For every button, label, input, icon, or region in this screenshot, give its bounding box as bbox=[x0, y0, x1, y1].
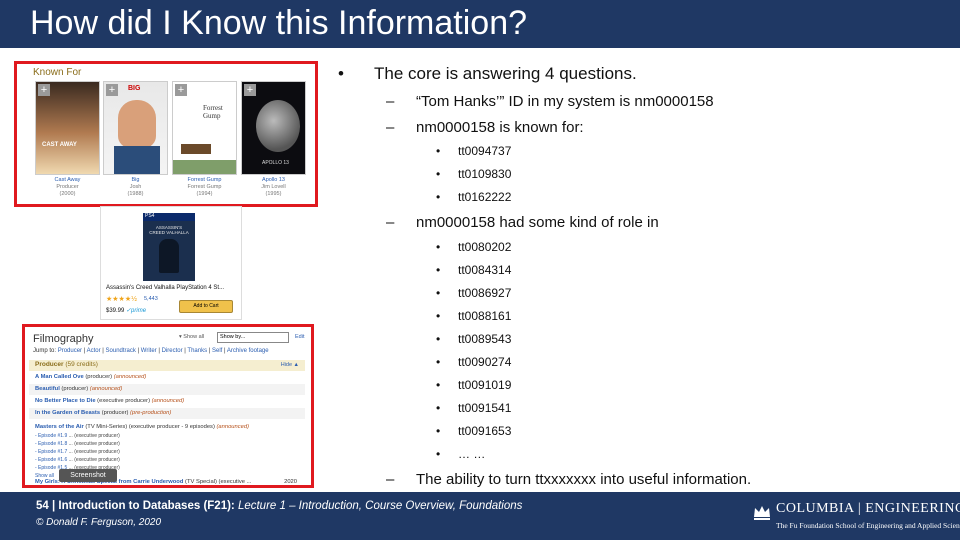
film-row: In the Garden of Beasts (producer) (pre-… bbox=[29, 408, 305, 419]
dot-marker: • bbox=[436, 447, 441, 461]
footer-bar: 54 | Introduction to Databases (F21): Le… bbox=[0, 492, 960, 540]
poster-big[interactable]: + BIG bbox=[103, 81, 168, 175]
columbia-engineering-logo: COLUMBIA | ENGINEERING The Fu Foundation… bbox=[752, 498, 960, 534]
filmography-panel: Filmography ▾ Show all Show by... Edit J… bbox=[22, 324, 314, 488]
poster-caption: Cast Away Producer (2000) bbox=[54, 177, 81, 197]
dot-marker: • bbox=[436, 378, 441, 392]
known-id: tt0094737 bbox=[458, 144, 512, 158]
footer-course-line: 54 | Introduction to Databases (F21): Le… bbox=[36, 500, 523, 512]
add-watchlist-icon[interactable]: + bbox=[38, 84, 50, 96]
product-price: $39.99 ✓prime bbox=[106, 308, 147, 314]
known-id: tt0109830 bbox=[458, 167, 512, 181]
game-cover-image: PS4 ASSASSIN'S CREED VALHALLA bbox=[143, 213, 195, 281]
dot-marker: • bbox=[436, 144, 441, 158]
hide-toggle[interactable]: Hide ▲ bbox=[281, 362, 299, 368]
show-by-select[interactable]: Show by... bbox=[217, 332, 289, 343]
role-id-ellipsis: … … bbox=[458, 447, 486, 461]
crown-icon bbox=[754, 506, 770, 520]
slide-title: How did I Know this Information? bbox=[30, 4, 528, 42]
dot-marker: • bbox=[436, 190, 441, 204]
poster-apollo-13[interactable]: + APOLLO 13 bbox=[241, 81, 306, 175]
filmography-header: Filmography bbox=[33, 333, 94, 345]
film-row: A Man Called Ove (producer) (announced) bbox=[35, 374, 147, 380]
bullet-core: The core is answering 4 questions. bbox=[374, 64, 637, 83]
episode-row: - Episode #1.6 ... (executive producer) bbox=[35, 457, 120, 463]
jump-link[interactable]: Producer bbox=[58, 348, 82, 354]
dash-marker: – bbox=[386, 471, 395, 488]
jump-link[interactable]: Archive footage bbox=[227, 348, 269, 354]
poster-caption: Forrest Gump Forrest Gump (1994) bbox=[187, 177, 222, 197]
role-id: tt0084314 bbox=[458, 263, 512, 277]
poster-caption: Big Josh (1988) bbox=[127, 177, 144, 197]
dot-marker: • bbox=[436, 240, 441, 254]
film-row: Masters of the Air (TV Mini-Series) (exe… bbox=[35, 424, 250, 430]
dash-marker: – bbox=[386, 119, 395, 136]
role-id: tt0091653 bbox=[458, 424, 512, 438]
dot-marker: • bbox=[436, 355, 441, 369]
bullet-id: “Tom Hanks’” ID in my system is nm000015… bbox=[416, 93, 714, 110]
product-ad[interactable]: PS4 ASSASSIN'S CREED VALHALLA Assassin's… bbox=[100, 206, 242, 320]
screenshot-tooltip: Screenshot bbox=[59, 469, 117, 482]
add-watchlist-icon[interactable]: + bbox=[175, 84, 187, 96]
edit-link[interactable]: Edit bbox=[295, 334, 304, 340]
jump-link[interactable]: Thanks bbox=[187, 348, 207, 354]
rating-count[interactable]: 5,443 bbox=[144, 296, 158, 302]
dot-marker: • bbox=[436, 309, 441, 323]
dot-marker: • bbox=[436, 263, 441, 277]
bullet-ability: The ability to turn ttxxxxxxx into usefu… bbox=[416, 471, 752, 488]
role-id: tt0088161 bbox=[458, 309, 512, 323]
role-id: tt0090274 bbox=[458, 355, 512, 369]
producer-section-header[interactable]: Producer (59 credits) Hide ▲ bbox=[29, 360, 305, 371]
jump-link[interactable]: Actor bbox=[87, 348, 101, 354]
poster-caption: Apollo 13 Jim Lovell (1995) bbox=[261, 177, 286, 197]
known-for-header: Known For bbox=[33, 67, 82, 78]
add-watchlist-icon[interactable]: + bbox=[106, 84, 118, 96]
show-all-toggle[interactable]: ▾ Show all bbox=[179, 334, 204, 340]
bullet-known-for: nm0000158 is known for: bbox=[416, 119, 584, 136]
episode-row: - Episode #1.7 ... (executive producer) bbox=[35, 449, 120, 455]
known-id: tt0162222 bbox=[458, 190, 512, 204]
dash-marker: – bbox=[386, 93, 395, 110]
film-row: Beautiful (producer) (announced) bbox=[29, 384, 305, 395]
role-id: tt0086927 bbox=[458, 286, 512, 300]
role-id: tt0091019 bbox=[458, 378, 512, 392]
poster-cast-away[interactable]: + CAST AWAY bbox=[35, 81, 100, 175]
role-id: tt0091541 bbox=[458, 401, 512, 415]
jump-link[interactable]: Soundtrack bbox=[106, 348, 136, 354]
dot-marker: • bbox=[436, 286, 441, 300]
role-id: tt0080202 bbox=[458, 240, 512, 254]
dot-marker: • bbox=[436, 424, 441, 438]
poster-forrest-gump[interactable]: + Forrest Gump bbox=[172, 81, 237, 175]
rating-stars: ★★★★½ bbox=[106, 296, 137, 303]
footer-copyright: © Donald F. Ferguson, 2020 bbox=[36, 517, 162, 528]
film-row: No Better Place to Die (executive produc… bbox=[35, 398, 185, 404]
dash-marker: – bbox=[386, 214, 395, 231]
dot-marker: • bbox=[436, 401, 441, 415]
dot-marker: • bbox=[436, 167, 441, 181]
known-for-panel: Known For + CAST AWAY Cast Away Producer… bbox=[14, 61, 318, 207]
jump-to-nav: Jump to: Producer | Actor | Soundtrack |… bbox=[33, 348, 269, 354]
dot-marker: • bbox=[436, 332, 441, 346]
add-watchlist-icon[interactable]: + bbox=[244, 84, 256, 96]
add-to-cart-button[interactable]: Add to Cart bbox=[179, 300, 233, 313]
role-id: tt0089543 bbox=[458, 332, 512, 346]
jump-link[interactable]: Writer bbox=[141, 348, 157, 354]
bullet-role: nm0000158 had some kind of role in bbox=[416, 214, 659, 231]
jump-link[interactable]: Director bbox=[162, 348, 183, 354]
title-bar: How did I Know this Information? bbox=[0, 0, 960, 48]
jump-link[interactable]: Self bbox=[212, 348, 222, 354]
episode-row: - Episode #1.9 ... (executive producer) bbox=[35, 433, 120, 439]
bullet-marker: • bbox=[338, 64, 344, 83]
episode-row: - Episode #1.8 ... (executive producer) bbox=[35, 441, 120, 447]
product-title[interactable]: Assassin's Creed Valhalla PlayStation 4 … bbox=[106, 285, 224, 291]
